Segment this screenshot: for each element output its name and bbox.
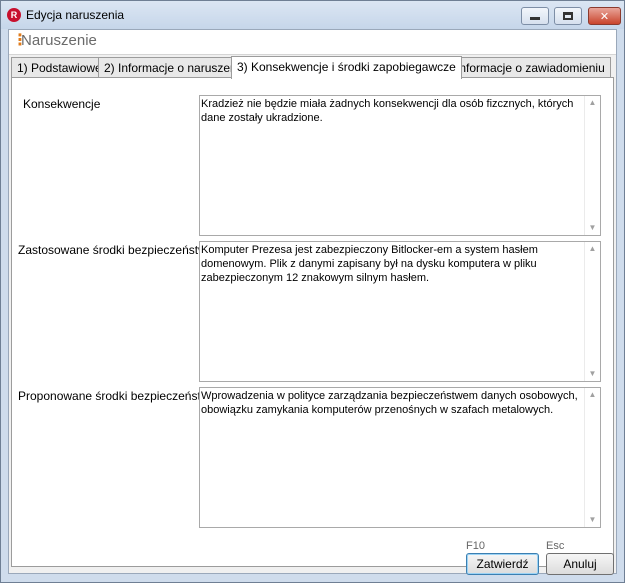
scroll-up-icon[interactable]: ▲: [585, 242, 600, 256]
zastosowane-srodki-label: Zastosowane środki bezpieczeństwa: [18, 243, 214, 257]
konsekwencje-label: Konsekwencje: [23, 97, 101, 111]
proponowane-srodki-text: Wprowadzenia w polityce zarządzania bezp…: [201, 390, 581, 416]
tab-panel: Konsekwencje Kradzież nie będzie miała ż…: [11, 77, 614, 567]
cancel-shortcut-hint: Esc: [546, 540, 565, 552]
app-logo-icon: R: [7, 8, 21, 22]
scroll-down-icon[interactable]: ▼: [585, 367, 600, 381]
dialog-window: R Edycja naruszenia ✕ ⋮ Naruszenie 1) Po…: [0, 0, 625, 583]
title-bar[interactable]: R Edycja naruszenia ✕: [1, 1, 624, 29]
tab-podstawowe[interactable]: 1) Podstawiowe: [11, 57, 108, 78]
tab-strip: 1) Podstawiowe 2) Informacje o naruszeni…: [11, 56, 611, 79]
minimize-button[interactable]: [521, 7, 549, 25]
proponowane-srodki-scrollbar[interactable]: ▲ ▼: [584, 388, 600, 527]
scroll-down-icon[interactable]: ▼: [585, 221, 600, 235]
maximize-button[interactable]: [554, 7, 582, 25]
proponowane-srodki-textarea[interactable]: Wprowadzenia w polityce zarządzania bezp…: [199, 387, 601, 528]
proponowane-srodki-label: Proponowane środki bezpieczeństwa: [18, 389, 217, 403]
dialog-client-area: ⋮ Naruszenie 1) Podstawiowe 2) Informacj…: [8, 29, 617, 575]
section-header: ⋮ Naruszenie: [9, 30, 616, 55]
confirm-button[interactable]: Zatwierdź: [466, 553, 539, 575]
confirm-shortcut-hint: F10: [466, 540, 485, 552]
scroll-up-icon[interactable]: ▲: [585, 388, 600, 402]
close-icon: ✕: [599, 10, 610, 23]
maximize-icon: [563, 12, 573, 20]
page-title: Naruszenie: [21, 32, 97, 49]
zastosowane-srodki-textarea[interactable]: Komputer Prezesa jest zabezpieczony Bitl…: [199, 241, 601, 382]
cancel-button[interactable]: Anuluj: [546, 553, 614, 575]
close-button[interactable]: ✕: [588, 7, 621, 25]
tab-informacje-o-zawiadomieniu[interactable]: 4) Informacje o zawiadomieniu: [436, 57, 611, 78]
minimize-icon: [530, 17, 540, 20]
tab-informacje-o-naruszeniu[interactable]: 2) Informacje o naruszeniu: [98, 57, 253, 78]
zastosowane-srodki-scrollbar[interactable]: ▲ ▼: [584, 242, 600, 381]
konsekwencje-text: Kradzież nie będzie miała żadnych konsek…: [201, 98, 577, 124]
scroll-down-icon[interactable]: ▼: [585, 513, 600, 527]
zastosowane-srodki-text: Komputer Prezesa jest zabezpieczony Bitl…: [201, 244, 541, 284]
window-title: Edycja naruszenia: [26, 8, 125, 22]
scroll-up-icon[interactable]: ▲: [585, 96, 600, 110]
tab-konsekwencje[interactable]: 3) Konsekwencje i środki zapobiegawcze: [231, 56, 462, 79]
konsekwencje-scrollbar[interactable]: ▲ ▼: [584, 96, 600, 235]
konsekwencje-textarea[interactable]: Kradzież nie będzie miała żadnych konsek…: [199, 95, 601, 236]
